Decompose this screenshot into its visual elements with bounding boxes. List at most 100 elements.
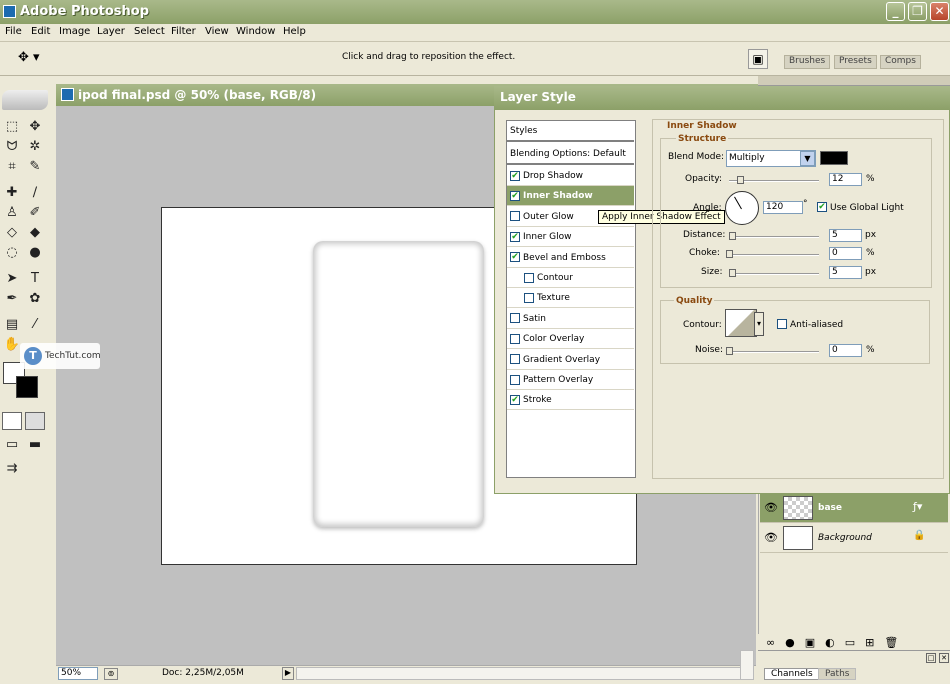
layer-footer-icons[interactable]: ∞●▣◐▭⊞🗑 bbox=[766, 636, 908, 649]
effect-satin[interactable]: Satin bbox=[507, 309, 634, 329]
screen-mode-icon[interactable]: ▭ bbox=[2, 436, 22, 454]
horizontal-scrollbar[interactable] bbox=[296, 667, 742, 680]
close-button[interactable]: ✕ bbox=[930, 2, 949, 21]
choke-field[interactable]: 0 bbox=[829, 247, 862, 260]
blending-options[interactable]: Blending Options: Default bbox=[507, 144, 634, 165]
choke-slider-track[interactable] bbox=[729, 254, 819, 256]
hand-tool-icon[interactable]: ✋ bbox=[2, 336, 22, 354]
noise-slider-track[interactable] bbox=[729, 351, 819, 353]
dodge-tool-icon[interactable]: ● bbox=[25, 244, 45, 262]
layer-name-background[interactable]: Background bbox=[818, 533, 872, 543]
effect-contour[interactable]: Contour bbox=[507, 268, 634, 288]
crop-tool-icon[interactable]: ⌗ bbox=[2, 158, 22, 176]
notes-tool-icon[interactable]: ▤ bbox=[2, 316, 22, 334]
menu-layer[interactable]: Layer bbox=[97, 26, 125, 37]
type-tool-icon[interactable]: T bbox=[25, 270, 45, 288]
menu-filter[interactable]: Filter bbox=[171, 26, 196, 37]
distance-slider-track[interactable] bbox=[729, 236, 819, 238]
effect-checkbox[interactable]: ✔ bbox=[510, 190, 520, 201]
menu-window[interactable]: Window bbox=[236, 26, 275, 37]
distance-slider-thumb[interactable] bbox=[729, 232, 736, 240]
angle-field[interactable]: 120 bbox=[763, 201, 803, 214]
blur-tool-icon[interactable]: ◌ bbox=[2, 244, 22, 262]
size-slider-thumb[interactable] bbox=[729, 269, 736, 277]
layer-name-base[interactable]: base bbox=[818, 503, 842, 513]
quick-mask-icon[interactable] bbox=[25, 412, 45, 430]
opacity-slider-thumb[interactable] bbox=[737, 176, 744, 184]
effect-checkbox[interactable] bbox=[524, 292, 534, 303]
move-tool-preset-icon[interactable]: ✥ ▾ bbox=[18, 50, 40, 65]
contour-preview-icon[interactable] bbox=[725, 309, 757, 337]
panel-minimize-icon[interactable]: □ bbox=[926, 653, 936, 663]
size-field[interactable]: 5 bbox=[829, 266, 862, 279]
effect-checkbox[interactable] bbox=[510, 211, 520, 222]
tab-channels[interactable]: Channels bbox=[764, 668, 820, 680]
eye-icon[interactable]: 👁 bbox=[764, 531, 778, 544]
minimize-button[interactable]: _ bbox=[886, 2, 905, 21]
contour-dropdown-icon[interactable]: ▾ bbox=[754, 312, 764, 336]
magic-wand-icon[interactable]: ✲ bbox=[25, 138, 45, 156]
slice-tool-icon[interactable]: ✎ bbox=[25, 158, 45, 176]
tab-presets[interactable]: Presets bbox=[834, 55, 877, 69]
effect-gradient-overlay[interactable]: Gradient Overlay bbox=[507, 350, 634, 370]
standard-mode-icon[interactable] bbox=[2, 412, 22, 430]
anti-aliased-checkbox[interactable] bbox=[777, 319, 790, 330]
clone-stamp-icon[interactable]: ♙ bbox=[2, 204, 22, 222]
eraser-tool-icon[interactable]: ◇ bbox=[2, 224, 22, 242]
effect-checkbox[interactable] bbox=[524, 272, 534, 283]
background-color-swatch[interactable] bbox=[16, 376, 38, 398]
menu-file[interactable]: File bbox=[5, 26, 22, 37]
status-menu-arrow-icon[interactable]: ▶ bbox=[282, 667, 294, 680]
effect-checkbox[interactable]: ✔ bbox=[510, 170, 520, 181]
eyedropper-icon[interactable]: ⁄ bbox=[25, 316, 45, 334]
tab-comps[interactable]: Comps bbox=[880, 55, 921, 69]
effect-checkbox[interactable] bbox=[510, 354, 520, 365]
distance-field[interactable]: 5 bbox=[829, 229, 862, 242]
effect-checkbox[interactable]: ✔ bbox=[510, 231, 520, 242]
custom-shape-icon[interactable]: ✿ bbox=[25, 290, 45, 308]
menu-image[interactable]: Image bbox=[59, 26, 90, 37]
tab-paths[interactable]: Paths bbox=[818, 668, 857, 680]
panel-close-icon[interactable]: ✕ bbox=[939, 653, 949, 663]
effect-inner-shadow[interactable]: ✔ Inner Shadow bbox=[507, 186, 634, 207]
effect-checkbox[interactable]: ✔ bbox=[510, 252, 520, 263]
styles-header[interactable]: Styles bbox=[507, 121, 634, 142]
effect-color-overlay[interactable]: Color Overlay bbox=[507, 329, 634, 350]
fullscreen-mode-icon[interactable]: ▬ bbox=[25, 436, 45, 454]
restore-button[interactable]: ❐ bbox=[908, 2, 927, 21]
choke-slider-thumb[interactable] bbox=[726, 250, 733, 258]
path-selection-icon[interactable]: ➤ bbox=[2, 270, 22, 288]
zoom-options-icon[interactable]: ⊚ bbox=[104, 668, 118, 680]
effect-bevel-and-emboss[interactable]: ✔ Bevel and Emboss bbox=[507, 248, 634, 268]
effect-stroke[interactable]: ✔ Stroke bbox=[507, 390, 634, 411]
menu-select[interactable]: Select bbox=[134, 26, 165, 37]
effect-checkbox[interactable] bbox=[510, 313, 520, 324]
effect-checkbox[interactable] bbox=[510, 374, 520, 385]
menu-view[interactable]: View bbox=[205, 26, 229, 37]
menu-edit[interactable]: Edit bbox=[31, 26, 50, 37]
size-slider-track[interactable] bbox=[729, 273, 819, 275]
opacity-field[interactable]: 12 bbox=[829, 173, 862, 186]
effect-checkbox[interactable]: ✔ bbox=[510, 394, 520, 405]
menu-help[interactable]: Help bbox=[283, 26, 306, 37]
chevron-down-icon[interactable]: ▼ bbox=[800, 151, 815, 166]
paint-bucket-icon[interactable]: ◆ bbox=[25, 224, 45, 242]
global-light-checkbox[interactable]: ✔ bbox=[817, 202, 830, 213]
effect-drop-shadow[interactable]: ✔ Drop Shadow bbox=[507, 166, 634, 186]
noise-slider-thumb[interactable] bbox=[726, 347, 733, 355]
effect-pattern-overlay[interactable]: Pattern Overlay bbox=[507, 370, 634, 390]
pen-tool-icon[interactable]: ✒ bbox=[2, 290, 22, 308]
history-brush-icon[interactable]: ✐ bbox=[25, 204, 45, 222]
move-tool-icon[interactable]: ✥ bbox=[25, 118, 45, 136]
effect-checkbox[interactable] bbox=[510, 333, 520, 344]
healing-brush-icon[interactable]: ✚ bbox=[2, 184, 22, 202]
effect-texture[interactable]: Texture bbox=[507, 288, 634, 309]
shadow-color-swatch[interactable] bbox=[820, 151, 848, 165]
lasso-tool-icon[interactable]: ᗢ bbox=[2, 138, 22, 156]
noise-field[interactable]: 0 bbox=[829, 344, 862, 357]
tab-brushes[interactable]: Brushes bbox=[784, 55, 831, 69]
layer-effects-icon[interactable]: ƒ▾ bbox=[913, 500, 922, 513]
effect-inner-glow[interactable]: ✔ Inner Glow bbox=[507, 227, 634, 248]
palette-well-icon[interactable]: ▣ bbox=[748, 49, 768, 69]
brush-tool-icon[interactable]: ∕ bbox=[25, 184, 45, 202]
